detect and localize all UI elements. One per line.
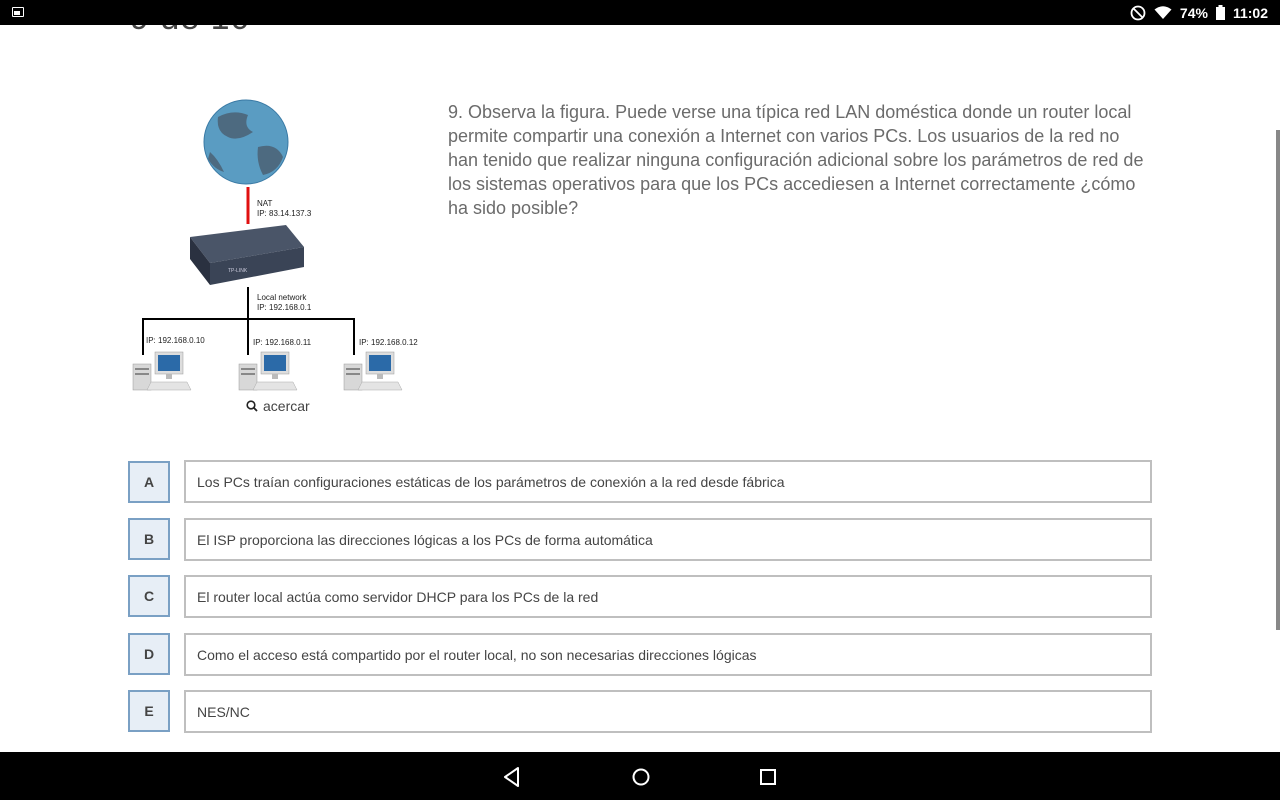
option-d-text[interactable]: Como el acceso está compartido por el ro… — [184, 633, 1152, 676]
router-brand: TP-LINK — [228, 268, 248, 274]
pc3-ip-label: IP: 192.168.0.12 — [359, 338, 418, 347]
option-b-text[interactable]: El ISP proporciona las direcciones lógic… — [184, 518, 1152, 561]
question-progress: 9 de 10 — [130, 25, 250, 38]
back-icon[interactable] — [499, 764, 525, 790]
local-ip-label: IP: 192.168.0.1 — [257, 303, 312, 312]
battery-percent: 74% — [1179, 4, 1208, 21]
home-icon[interactable] — [628, 764, 654, 790]
option-a-text[interactable]: Los PCs traían configuraciones estáticas… — [184, 460, 1152, 503]
zoom-label: acercar — [263, 398, 310, 414]
status-bar: 74% 11:02 — [0, 0, 1280, 25]
nat-ip-label: IP: 83.14.137.3 — [257, 209, 312, 218]
nat-label: NAT — [257, 199, 273, 208]
local-network-label: Local network — [257, 293, 307, 302]
image-notification-icon — [12, 7, 24, 17]
do-not-disturb-icon — [1130, 5, 1146, 20]
option-d-letter[interactable]: D — [128, 633, 170, 675]
wifi-icon — [1154, 6, 1172, 19]
network-diagram-figure[interactable]: NAT IP: 83.14.137.3 TP-LINK Local networ… — [128, 97, 428, 427]
magnifier-icon — [246, 400, 258, 412]
zoom-link[interactable]: acercar — [246, 398, 310, 414]
quiz-content[interactable]: 9 de 10 NAT IP: 83.14.137.3 TP-LINK Loca… — [0, 25, 1280, 752]
option-b-letter[interactable]: B — [128, 518, 170, 560]
option-e-letter[interactable]: E — [128, 690, 170, 732]
router-icon: TP-LINK — [190, 225, 304, 285]
question-text: 9. Observa la figura. Puede verse una tí… — [448, 102, 1144, 218]
scrollbar[interactable] — [1276, 130, 1280, 630]
clock: 11:02 — [1232, 4, 1268, 21]
option-c-letter[interactable]: C — [128, 575, 170, 617]
battery-icon — [1215, 5, 1225, 20]
pc-2-icon — [238, 351, 298, 391]
option-c-text[interactable]: El router local actúa como servidor DHCP… — [184, 575, 1152, 618]
pc2-ip-label: IP: 192.168.0.11 — [253, 338, 312, 347]
option-e-text[interactable]: NES/NC — [184, 690, 1152, 733]
pc-3-icon — [343, 351, 403, 391]
globe-icon — [203, 99, 289, 185]
pc-1-icon — [132, 351, 192, 391]
pc1-ip-label: IP: 192.168.0.10 — [146, 336, 205, 345]
option-a-letter[interactable]: A — [128, 461, 170, 503]
recents-icon[interactable] — [755, 764, 781, 790]
navigation-bar — [0, 752, 1280, 800]
